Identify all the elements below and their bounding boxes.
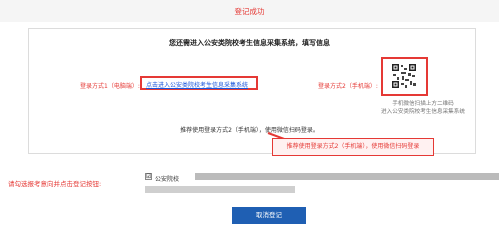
recommend-text: 推荐使用登录方式2（手机端），使用微信扫码登录。 bbox=[180, 127, 319, 134]
redacted-bar bbox=[195, 173, 499, 180]
selection-label: 请勾选报考意向并点击登记按钮: bbox=[8, 180, 102, 188]
qr-hint-line-2: 进入公安类院校考生信息采集系统 bbox=[381, 109, 465, 115]
qr-hint-line-1: 手机微信扫描上方二维码 bbox=[392, 101, 454, 107]
qr-hint-text: 手机微信扫描上方二维码 进入公安类院校考生信息采集系统 bbox=[368, 100, 478, 116]
redacted-bar-secondary bbox=[145, 186, 295, 193]
system-entry-link[interactable]: 点击进入公安类院校考生信息采集系统 bbox=[146, 80, 248, 89]
school-name: 公安院校 bbox=[155, 176, 180, 183]
instruction-text: 您还需进入公安类院校考生信息采集系统，填写信息 bbox=[169, 39, 330, 47]
cancel-registration-button[interactable]: 取消登记 bbox=[232, 207, 306, 224]
method1-label: 登录方式1（电脑端）: bbox=[80, 83, 140, 90]
qr-code-graphic bbox=[391, 63, 417, 89]
school-checkbox[interactable]: ☑ bbox=[145, 173, 152, 180]
method2-label: 登录方式2（手机端）: bbox=[318, 83, 378, 90]
qr-code bbox=[391, 63, 417, 89]
recommend-callout: 推荐使用登录方式2（手机端），使用微信扫码登录 bbox=[272, 138, 434, 156]
page-title: 登记成功 bbox=[234, 7, 265, 16]
